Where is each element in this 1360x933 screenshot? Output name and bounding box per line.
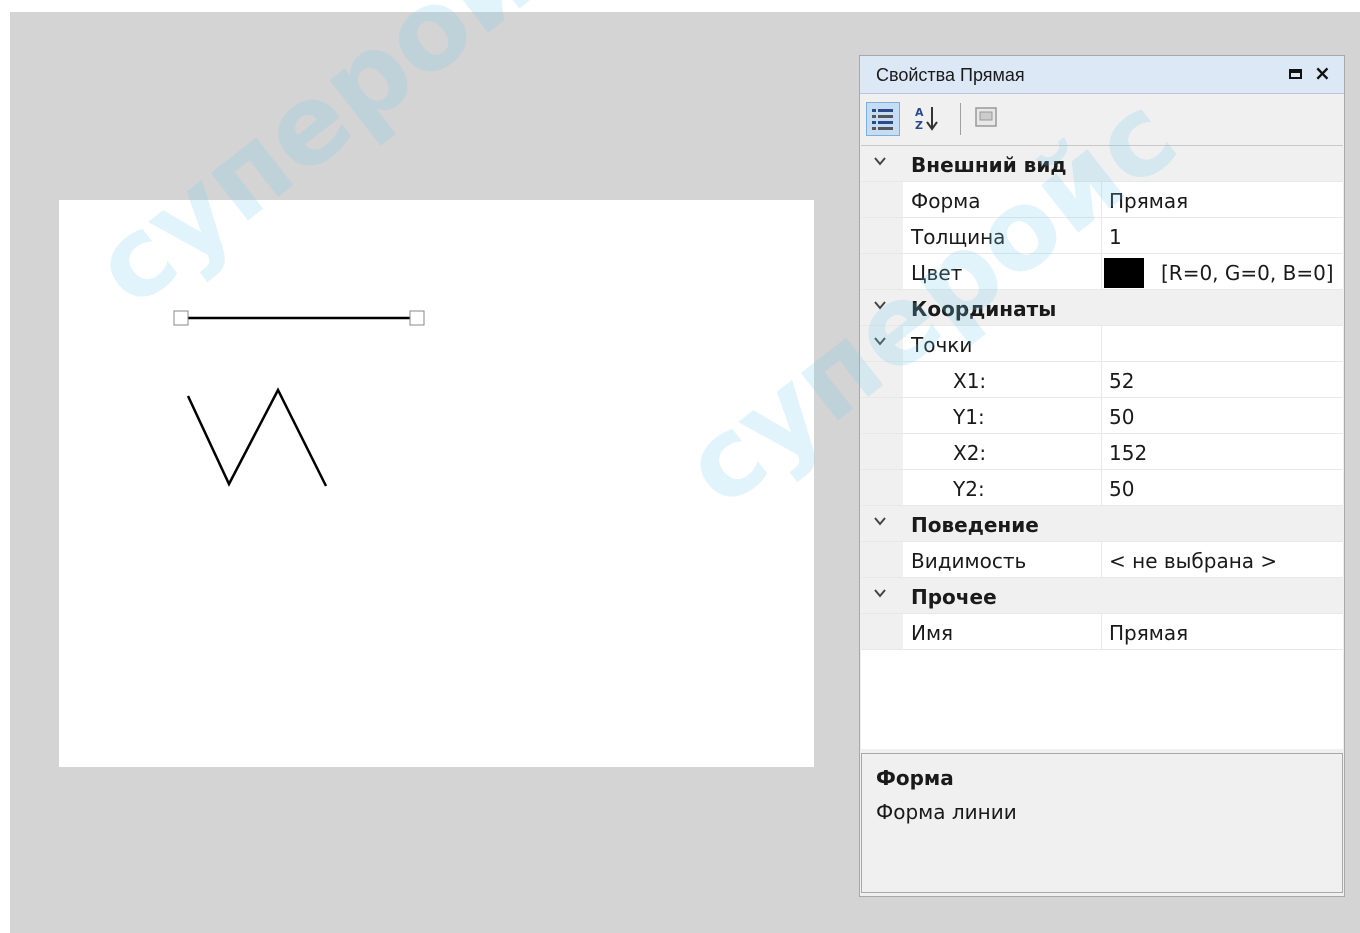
row-gutter — [861, 254, 903, 289]
color-swatch[interactable] — [1104, 258, 1144, 288]
panel-toolbar: A Z — [860, 95, 1344, 141]
description-title: Форма — [876, 766, 954, 790]
property-value[interactable]: 152 — [1109, 441, 1147, 465]
column-divider — [1101, 182, 1102, 217]
property-name: Форма — [911, 189, 981, 213]
property-name: Цвет — [911, 261, 963, 285]
line-handle-start[interactable] — [173, 310, 189, 326]
category-label: Внешний вид — [911, 153, 1067, 177]
property-value[interactable]: 50 — [1109, 477, 1134, 501]
property-value[interactable]: 52 — [1109, 369, 1134, 393]
property-row-name[interactable]: Имя Прямая — [861, 614, 1343, 650]
property-row-thickness[interactable]: Толщина 1 — [861, 218, 1343, 254]
property-row-visibility[interactable]: Видимость < не выбрана > — [861, 542, 1343, 578]
row-gutter — [861, 434, 903, 469]
close-button[interactable]: × — [1311, 61, 1333, 85]
categorized-button[interactable] — [866, 102, 900, 136]
property-value[interactable]: [R=0, G=0, B=0] — [1161, 261, 1334, 285]
row-gutter — [861, 362, 903, 397]
property-row-color[interactable]: Цвет [R=0, G=0, B=0] — [861, 254, 1343, 290]
property-value[interactable]: Прямая — [1109, 621, 1188, 645]
property-row-y2[interactable]: Y2: 50 — [861, 470, 1343, 506]
property-value[interactable]: 1 — [1109, 225, 1122, 249]
property-name: Y2: — [953, 477, 985, 501]
zigzag-polyline[interactable] — [186, 387, 328, 487]
category-coordinates[interactable]: Координаты — [861, 290, 1343, 326]
column-divider — [1101, 542, 1102, 577]
alphabetical-button[interactable]: A Z — [912, 102, 946, 136]
category-label: Поведение — [911, 513, 1039, 537]
row-gutter — [861, 614, 903, 649]
properties-panel: Свойства Прямая × A Z Внешний вид Форма … — [859, 55, 1345, 897]
column-divider — [1101, 398, 1102, 433]
line-handle-end[interactable] — [409, 310, 425, 326]
chevron-down-icon[interactable] — [873, 586, 887, 600]
column-divider — [1101, 218, 1102, 253]
property-row-points[interactable]: Точки — [861, 326, 1343, 362]
row-gutter — [861, 542, 903, 577]
row-gutter — [861, 398, 903, 433]
property-name: X2: — [953, 441, 987, 465]
category-behavior[interactable]: Поведение — [861, 506, 1343, 542]
column-divider — [1101, 434, 1102, 469]
chevron-down-icon[interactable] — [873, 154, 887, 168]
property-value[interactable]: 50 — [1109, 405, 1134, 429]
column-divider — [1101, 362, 1102, 397]
property-row-y1[interactable]: Y1: 50 — [861, 398, 1343, 434]
property-value[interactable]: Прямая — [1109, 189, 1188, 213]
chevron-down-icon[interactable] — [873, 334, 887, 348]
column-divider — [1101, 470, 1102, 505]
property-grid: Внешний вид Форма Прямая Толщина 1 Цвет … — [861, 145, 1343, 749]
description-pane: Форма Форма линии — [861, 753, 1343, 893]
property-row-x2[interactable]: X2: 152 — [861, 434, 1343, 470]
property-name: X1: — [953, 369, 987, 393]
property-name: Толщина — [911, 225, 1006, 249]
property-name: Видимость — [911, 549, 1027, 573]
property-pages-button[interactable] — [970, 102, 1004, 136]
column-divider — [1101, 326, 1102, 361]
property-name: Имя — [911, 621, 954, 645]
description-text: Форма линии — [876, 800, 1017, 824]
category-label: Координаты — [911, 297, 1057, 321]
property-row-shape[interactable]: Форма Прямая — [861, 182, 1343, 218]
row-gutter — [861, 182, 903, 217]
drawing-canvas[interactable] — [59, 200, 814, 767]
alphabetical-sort-icon: A Z — [915, 106, 938, 132]
category-label: Прочее — [911, 585, 997, 609]
property-value[interactable]: < не выбрана > — [1109, 549, 1277, 573]
close-icon: × — [1314, 61, 1331, 85]
svg-text:Z: Z — [915, 119, 923, 132]
chevron-down-icon[interactable] — [873, 514, 887, 528]
maximize-button[interactable] — [1285, 63, 1307, 85]
svg-text:A: A — [915, 106, 924, 119]
property-name: Y1: — [953, 405, 985, 429]
row-gutter — [861, 218, 903, 253]
panel-title: Свойства Прямая — [876, 65, 1025, 85]
canvas-shapes[interactable] — [59, 200, 814, 767]
toolbar-separator — [960, 103, 961, 135]
category-other[interactable]: Прочее — [861, 578, 1343, 614]
property-pages-icon — [975, 107, 997, 127]
category-appearance[interactable]: Внешний вид — [861, 146, 1343, 182]
maximize-icon — [1289, 69, 1302, 79]
property-name: Точки — [911, 333, 973, 357]
row-gutter — [861, 470, 903, 505]
panel-title-bar[interactable]: Свойства Прямая × — [860, 56, 1344, 94]
column-divider — [1101, 614, 1102, 649]
column-divider — [1101, 254, 1102, 289]
chevron-down-icon[interactable] — [873, 298, 887, 312]
categorized-icon — [872, 109, 893, 130]
property-row-x1[interactable]: X1: 52 — [861, 362, 1343, 398]
